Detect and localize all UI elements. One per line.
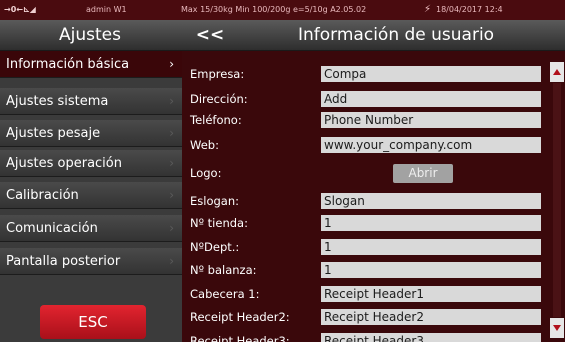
form-row-logo: Logo: Abrir (182, 163, 552, 184)
sidebar-item-label: Información básica (6, 57, 130, 72)
sidebar-item-ajustes-operacion[interactable]: Ajustes operación › (0, 150, 182, 177)
sidebar-item-comunicacion[interactable]: Comunicación › (0, 215, 182, 242)
arrow-up-icon (553, 69, 561, 75)
field-label: Web: (190, 138, 219, 152)
sidebar-item-label: Comunicación (6, 221, 98, 236)
field-label: Logo: (190, 166, 222, 180)
form-row-balanza: Nº balanza: 1 (182, 260, 552, 281)
web-field[interactable]: www.your_company.com (321, 137, 541, 153)
sidebar-item-label: Pantalla posterior (6, 254, 121, 269)
receipt-header-2-field[interactable]: Receipt Header2 (321, 309, 541, 325)
receipt-header-1-field[interactable]: Receipt Header1 (321, 286, 541, 302)
receipt-header-3-field[interactable]: Receipt Header3 (321, 333, 541, 342)
field-label: Empresa: (190, 67, 245, 81)
date-time: 18/04/2017 12:4 (436, 5, 503, 14)
field-label: Eslogan: (190, 194, 239, 208)
form-row-direccion: Dirección: Add (182, 89, 552, 110)
field-label: NºDept.: (190, 240, 240, 254)
chevron-right-icon: › (169, 188, 174, 202)
open-logo-button[interactable]: Abrir (393, 164, 453, 183)
address-field[interactable]: Add (321, 91, 541, 107)
scale-number-field[interactable]: 1 (321, 262, 541, 278)
sidebar-item-informacion-basica[interactable]: Información básica › (0, 51, 182, 78)
sidebar-item-label: Ajustes sistema (6, 94, 109, 109)
scrollbar-track[interactable] (553, 83, 561, 317)
chevron-right-icon: › (169, 126, 174, 140)
chevron-right-icon: › (169, 57, 174, 71)
chevron-right-icon: › (169, 156, 174, 170)
form-row-receipt-header-3: Receipt Header3: Receipt Header3 (182, 331, 552, 342)
field-label: Dirección: (190, 92, 248, 106)
field-label: Receipt Header3: (190, 334, 290, 342)
company-field[interactable]: Compa (321, 66, 541, 82)
form-row-web: Web: www.your_company.com (182, 135, 552, 156)
scroll-up-button[interactable] (550, 62, 564, 82)
field-label: Receipt Header2: (190, 310, 290, 324)
sidebar-item-calibracion[interactable]: Calibración › (0, 182, 182, 209)
slogan-field[interactable]: Slogan (321, 193, 541, 209)
dept-number-field[interactable]: 1 (321, 239, 541, 255)
lightning-bolt-icon: ⚡ (424, 4, 432, 15)
form-row-dept: NºDept.: 1 (182, 237, 552, 258)
form-row-empresa: Empresa: Compa (182, 64, 552, 85)
sidebar-item-pantalla-posterior[interactable]: Pantalla posterior › (0, 248, 182, 275)
phone-field[interactable]: Phone Number (321, 112, 541, 128)
esc-button[interactable]: ESC (40, 305, 146, 339)
settings-screen: →0←⊾◢ admin W1 Max 15/30kg Min 100/200g … (0, 0, 565, 342)
chevron-right-icon: › (169, 221, 174, 235)
field-label: Cabecera 1: (190, 287, 260, 301)
form-row-receipt-header-2: Receipt Header2: Receipt Header2 (182, 307, 552, 328)
sidebar-item-label: Calibración (6, 188, 79, 203)
user-info-form: Empresa: Compa Dirección: Add Teléfono: … (182, 51, 565, 342)
sidebar-item-label: Ajustes operación (6, 156, 122, 171)
form-row-tienda: Nº tienda: 1 (182, 213, 552, 234)
scale-range-info: Max 15/30kg Min 100/200g e=5/10g A2.05.0… (181, 5, 367, 14)
sidebar-item-ajustes-sistema[interactable]: Ajustes sistema › (0, 88, 182, 115)
sidebar-item-label: Ajustes pesaje (6, 126, 101, 141)
back-button[interactable]: << (192, 20, 228, 50)
field-label: Nº tienda: (190, 216, 248, 230)
page-title: Información de usuario (298, 25, 495, 45)
form-row-eslogan: Eslogan: Slogan (182, 191, 552, 212)
header-bar: Ajustes << Información de usuario (0, 20, 565, 51)
sidebar-item-ajustes-pesaje[interactable]: Ajustes pesaje › (0, 120, 182, 147)
user-info: admin W1 (86, 5, 127, 14)
chevron-right-icon: › (169, 94, 174, 108)
store-number-field[interactable]: 1 (321, 215, 541, 231)
chevron-right-icon: › (169, 254, 174, 268)
form-row-telefono: Teléfono: Phone Number (182, 110, 552, 131)
zero-indicator: →0←⊾◢ (4, 5, 36, 14)
field-label: Teléfono: (190, 113, 242, 127)
scroll-down-button[interactable] (550, 318, 564, 338)
form-row-cabecera-1: Cabecera 1: Receipt Header1 (182, 284, 552, 305)
arrow-down-icon (553, 325, 561, 331)
field-label: Nº balanza: (190, 263, 257, 277)
sidebar: Información básica › Ajustes sistema › Aju… (0, 51, 182, 342)
settings-title: Ajustes (59, 25, 121, 45)
status-bar: →0←⊾◢ admin W1 Max 15/30kg Min 100/200g … (0, 0, 565, 20)
